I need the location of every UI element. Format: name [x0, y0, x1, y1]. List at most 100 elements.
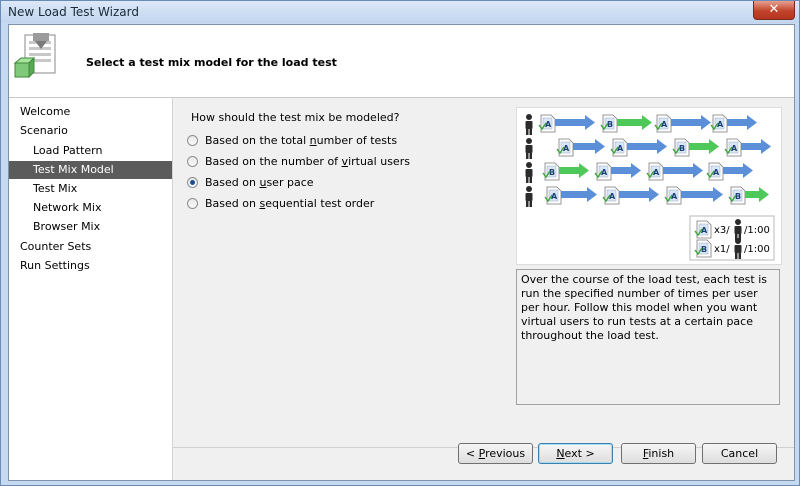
nav-item-welcome[interactable]: Welcome	[9, 103, 172, 121]
person-icon	[525, 193, 533, 201]
test-doc-label: B	[549, 168, 555, 177]
arrow-head	[759, 187, 769, 202]
person-icon	[526, 114, 532, 120]
window-title: New Load Test Wizard	[8, 5, 139, 19]
person-icon	[526, 201, 529, 207]
arrow-shaft	[671, 119, 702, 126]
person-icon	[735, 253, 738, 259]
nav-item-network-mix[interactable]: Network Mix	[9, 199, 172, 217]
arrow-shaft	[611, 167, 632, 174]
legend-multiplier: x1/	[714, 244, 730, 255]
wizard-header: Select a test mix model for the load tes…	[9, 25, 794, 98]
person-icon	[526, 186, 532, 192]
arrow-shaft	[555, 119, 586, 126]
test-doc-label: A	[717, 120, 724, 129]
close-button[interactable]: ✕	[753, 1, 795, 20]
arrow-head	[595, 139, 605, 154]
option-label: Based on the total number of tests	[205, 134, 398, 147]
legend-rate: /1:00	[744, 225, 770, 236]
arrow-head	[587, 187, 597, 202]
legend-multiplier: x3/	[714, 225, 730, 236]
test-doc-label: A	[713, 168, 720, 177]
person-icon	[735, 238, 741, 244]
test-doc-label: A	[563, 144, 570, 153]
test-mix-diagram: A B A A A A B A B A A A A A A B Ax3/ /1:00 Bx1/ /1:00	[516, 107, 782, 265]
person-icon	[529, 153, 532, 159]
arrow-shaft	[617, 119, 643, 126]
person-icon	[525, 121, 533, 129]
previous-button[interactable]: < Previous	[458, 443, 533, 464]
arrow-head	[747, 115, 757, 130]
finish-button[interactable]: Finish	[621, 443, 696, 464]
wizard-content: How should the test mix be modeled? Base…	[173, 98, 794, 429]
close-icon: ✕	[768, 2, 780, 17]
person-icon	[738, 253, 741, 259]
arrow-shaft	[741, 143, 762, 150]
nav-item-run-settings[interactable]: Run Settings	[9, 257, 172, 275]
option-label: Based on user pace	[205, 176, 314, 189]
arrow-head	[713, 187, 723, 202]
next-button[interactable]: Next >	[538, 443, 613, 464]
title-bar[interactable]: New Load Test Wizard ✕	[1, 1, 799, 23]
nav-item-load-pattern[interactable]: Load Pattern	[9, 142, 172, 160]
arrow-shaft	[723, 167, 744, 174]
question-label: How should the test mix be modeled?	[191, 111, 400, 124]
wizard-document-icon	[13, 33, 56, 79]
person-icon	[529, 129, 532, 135]
description-box: Over the course of the load test, each t…	[516, 269, 780, 405]
arrow-shaft	[681, 191, 714, 198]
test-doc-label: B	[607, 120, 613, 129]
test-doc-label: B	[701, 245, 707, 254]
wizard-client-area: Select a test mix model for the load tes…	[8, 24, 795, 481]
radio-button[interactable]	[187, 156, 198, 167]
arrow-shaft	[561, 191, 588, 198]
test-doc-label: A	[671, 192, 678, 201]
nav-item-counter-sets[interactable]: Counter Sets	[9, 238, 172, 256]
cancel-button[interactable]: Cancel	[702, 443, 777, 464]
arrow-shaft	[727, 119, 748, 126]
wizard-body: Welcome Scenario Load Pattern Test Mix M…	[9, 98, 794, 480]
test-doc-label: A	[601, 168, 608, 177]
test-doc-label: A	[653, 168, 660, 177]
test-doc-label: A	[661, 120, 668, 129]
test-doc-label: B	[679, 144, 685, 153]
test-doc-label: B	[735, 192, 741, 201]
arrow-shaft	[573, 143, 596, 150]
arrow-head	[657, 139, 667, 154]
test-doc-label: A	[609, 192, 616, 201]
radio-button-checked[interactable]	[187, 177, 198, 188]
arrow-shaft	[689, 143, 710, 150]
option-label: Based on the number of virtual users	[205, 155, 410, 168]
radio-button[interactable]	[187, 135, 198, 146]
test-doc-label: A	[545, 120, 552, 129]
person-icon	[526, 177, 529, 183]
arrow-head	[585, 115, 595, 130]
radio-button[interactable]	[187, 198, 198, 209]
person-icon	[529, 177, 532, 183]
arrow-shaft	[745, 191, 760, 198]
nav-item-test-mix-model[interactable]: Test Mix Model	[9, 161, 172, 179]
wizard-nav: Welcome Scenario Load Pattern Test Mix M…	[9, 98, 173, 480]
test-doc-label: A	[701, 226, 708, 235]
person-icon	[526, 153, 529, 159]
option-label: Based on sequential test order	[205, 197, 375, 210]
diagram-graphic: A B A A A A B A B A A A A A A B A x3/ /1:00 B x1/ /1:00	[525, 114, 775, 261]
person-icon	[735, 219, 741, 225]
person-icon	[734, 226, 742, 234]
arrow-head	[693, 163, 703, 178]
arrow-shaft	[559, 167, 580, 174]
person-icon	[526, 162, 532, 168]
wizard-window: New Load Test Wizard ✕ Select a test mix…	[0, 0, 800, 486]
test-doc-label: A	[731, 144, 738, 153]
person-icon	[526, 138, 532, 144]
legend-rate: /1:00	[744, 244, 770, 255]
nav-item-browser-mix[interactable]: Browser Mix	[9, 218, 172, 236]
arrow-shaft	[627, 143, 658, 150]
arrow-head	[743, 163, 753, 178]
nav-item-test-mix[interactable]: Test Mix	[9, 180, 172, 198]
nav-item-scenario[interactable]: Scenario	[9, 122, 172, 140]
person-icon	[526, 129, 529, 135]
arrow-head	[631, 163, 641, 178]
arrow-head	[709, 139, 719, 154]
test-doc-label: A	[617, 144, 624, 153]
